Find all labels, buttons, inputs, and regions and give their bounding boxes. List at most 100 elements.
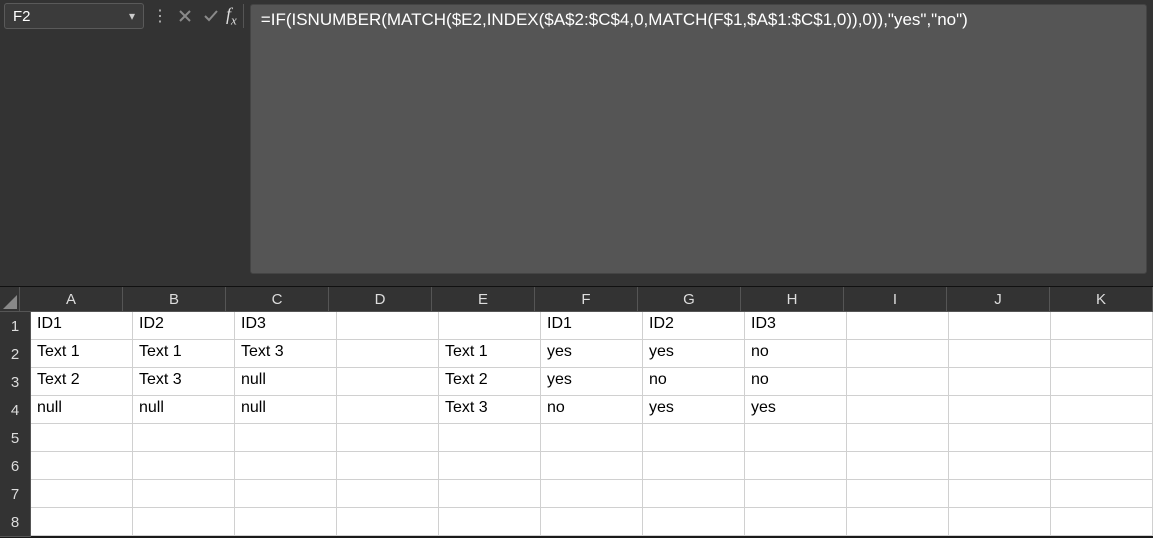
col-header-G[interactable]: G	[638, 287, 741, 311]
cell-E2[interactable]: Text 1	[439, 340, 541, 368]
cell-H7[interactable]	[745, 480, 847, 508]
cancel-formula-button[interactable]	[172, 3, 198, 29]
row-header-4[interactable]: 4	[0, 396, 31, 425]
cell-A8[interactable]	[31, 508, 133, 536]
confirm-formula-button[interactable]	[198, 3, 224, 29]
cell-K6[interactable]	[1051, 452, 1153, 480]
cell-D3[interactable]	[337, 368, 439, 396]
more-icon[interactable]: ⋮	[146, 6, 172, 26]
col-header-A[interactable]: A	[20, 287, 123, 311]
cell-B1[interactable]: ID2	[133, 312, 235, 340]
cell-F2[interactable]: yes	[541, 340, 643, 368]
cell-I8[interactable]	[847, 508, 949, 536]
cell-J1[interactable]	[949, 312, 1051, 340]
col-header-K[interactable]: K	[1050, 287, 1153, 311]
cell-B3[interactable]: Text 3	[133, 368, 235, 396]
cell-K3[interactable]	[1051, 368, 1153, 396]
cell-G2[interactable]: yes	[643, 340, 745, 368]
cell-K5[interactable]	[1051, 424, 1153, 452]
cell-G1[interactable]: ID2	[643, 312, 745, 340]
cell-E5[interactable]	[439, 424, 541, 452]
cell-F3[interactable]: yes	[541, 368, 643, 396]
cell-E8[interactable]	[439, 508, 541, 536]
cell-E1[interactable]	[439, 312, 541, 340]
cell-D2[interactable]	[337, 340, 439, 368]
cell-A2[interactable]: Text 1	[31, 340, 133, 368]
cell-H8[interactable]	[745, 508, 847, 536]
cell-C1[interactable]: ID3	[235, 312, 337, 340]
cell-C8[interactable]	[235, 508, 337, 536]
cell-C6[interactable]	[235, 452, 337, 480]
cell-E6[interactable]	[439, 452, 541, 480]
cell-D8[interactable]	[337, 508, 439, 536]
col-header-D[interactable]: D	[329, 287, 432, 311]
cell-B6[interactable]	[133, 452, 235, 480]
row-header-5[interactable]: 5	[0, 424, 31, 453]
cell-F8[interactable]	[541, 508, 643, 536]
cell-I2[interactable]	[847, 340, 949, 368]
col-header-B[interactable]: B	[123, 287, 226, 311]
cell-B4[interactable]: null	[133, 396, 235, 424]
cell-K8[interactable]	[1051, 508, 1153, 536]
cell-I6[interactable]	[847, 452, 949, 480]
cell-E4[interactable]: Text 3	[439, 396, 541, 424]
cell-D6[interactable]	[337, 452, 439, 480]
cell-K2[interactable]	[1051, 340, 1153, 368]
cell-C4[interactable]: null	[235, 396, 337, 424]
cell-G8[interactable]	[643, 508, 745, 536]
cell-K7[interactable]	[1051, 480, 1153, 508]
col-header-F[interactable]: F	[535, 287, 638, 311]
row-header-6[interactable]: 6	[0, 452, 31, 481]
cell-H6[interactable]	[745, 452, 847, 480]
cell-D4[interactable]	[337, 396, 439, 424]
col-header-J[interactable]: J	[947, 287, 1050, 311]
row-header-7[interactable]: 7	[0, 480, 31, 509]
formula-input[interactable]: =IF(ISNUMBER(MATCH($E2,INDEX($A$2:$C$4,0…	[250, 4, 1147, 274]
col-header-C[interactable]: C	[226, 287, 329, 311]
cell-I4[interactable]	[847, 396, 949, 424]
col-header-I[interactable]: I	[844, 287, 947, 311]
cell-B8[interactable]	[133, 508, 235, 536]
name-box[interactable]: F2 ▾	[4, 3, 144, 29]
chevron-down-icon[interactable]: ▾	[129, 9, 135, 23]
cell-I3[interactable]	[847, 368, 949, 396]
col-header-H[interactable]: H	[741, 287, 844, 311]
cell-D5[interactable]	[337, 424, 439, 452]
cell-G5[interactable]	[643, 424, 745, 452]
cell-A4[interactable]: null	[31, 396, 133, 424]
cell-D7[interactable]	[337, 480, 439, 508]
row-header-1[interactable]: 1	[0, 312, 31, 341]
cell-C5[interactable]	[235, 424, 337, 452]
cell-K1[interactable]	[1051, 312, 1153, 340]
cell-J8[interactable]	[949, 508, 1051, 536]
cell-H1[interactable]: ID3	[745, 312, 847, 340]
cell-H4[interactable]: yes	[745, 396, 847, 424]
cell-J2[interactable]	[949, 340, 1051, 368]
cell-F1[interactable]: ID1	[541, 312, 643, 340]
row-header-8[interactable]: 8	[0, 508, 31, 537]
cell-G3[interactable]: no	[643, 368, 745, 396]
cell-J5[interactable]	[949, 424, 1051, 452]
cell-G4[interactable]: yes	[643, 396, 745, 424]
cell-B2[interactable]: Text 1	[133, 340, 235, 368]
cell-B5[interactable]	[133, 424, 235, 452]
cell-H3[interactable]: no	[745, 368, 847, 396]
cell-E3[interactable]: Text 2	[439, 368, 541, 396]
cell-H2[interactable]: no	[745, 340, 847, 368]
cell-A5[interactable]	[31, 424, 133, 452]
cell-F4[interactable]: no	[541, 396, 643, 424]
cell-F5[interactable]	[541, 424, 643, 452]
cell-F7[interactable]	[541, 480, 643, 508]
cell-I5[interactable]	[847, 424, 949, 452]
cell-C2[interactable]: Text 3	[235, 340, 337, 368]
cell-I1[interactable]	[847, 312, 949, 340]
cell-G7[interactable]	[643, 480, 745, 508]
cell-I7[interactable]	[847, 480, 949, 508]
cell-F6[interactable]	[541, 452, 643, 480]
cell-J7[interactable]	[949, 480, 1051, 508]
cell-A7[interactable]	[31, 480, 133, 508]
cell-K4[interactable]	[1051, 396, 1153, 424]
cell-G6[interactable]	[643, 452, 745, 480]
insert-function-button[interactable]: fx	[224, 4, 244, 29]
col-header-E[interactable]: E	[432, 287, 535, 311]
